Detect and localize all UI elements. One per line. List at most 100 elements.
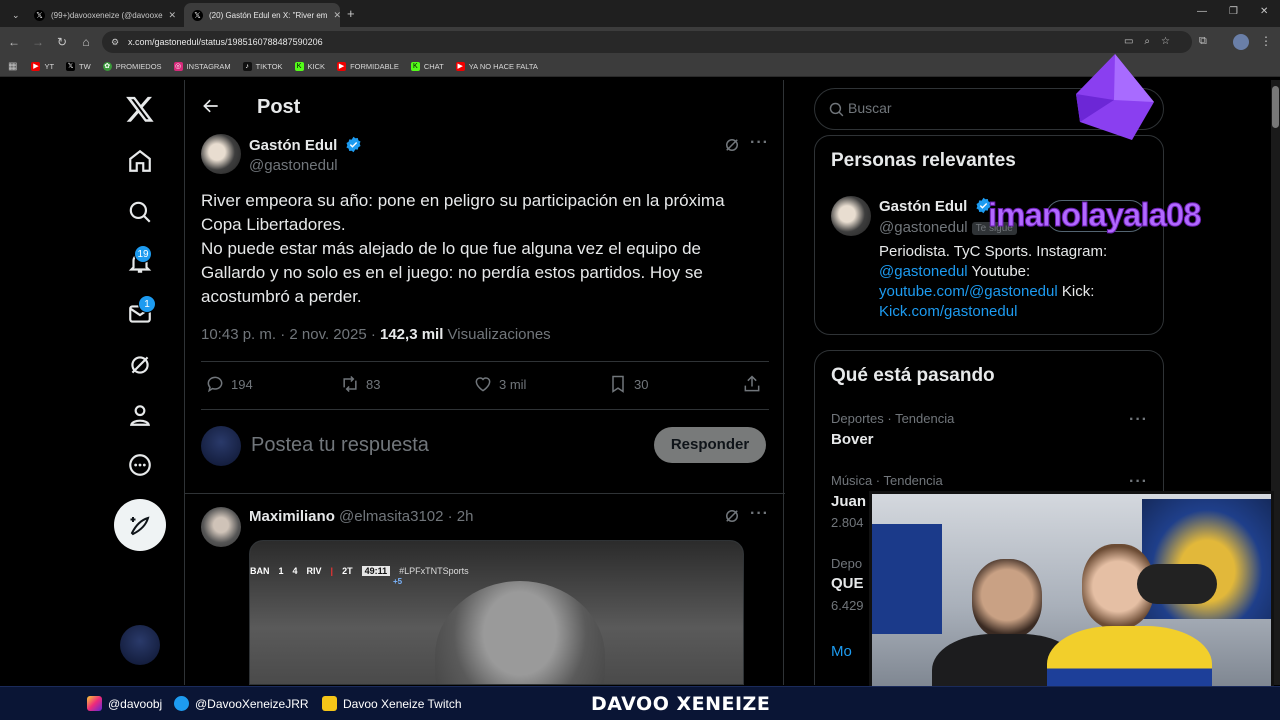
install-icon[interactable]: ▭	[1124, 36, 1133, 47]
bio-link-kick[interactable]: Kick.com/gastonedul	[879, 303, 1017, 320]
reply-author-avatar[interactable]	[201, 507, 241, 547]
grok-explain-icon[interactable]	[723, 507, 741, 525]
reply-author-name: Maximiliano	[249, 508, 335, 525]
tweet-meta: 10:43 p. m. · 2 nov. 2025 · 142,3 mil Vi…	[201, 326, 551, 343]
bookmark-ya-no-hace-falta[interactable]: ▶ YA NO HACE FALTA	[455, 62, 538, 71]
promiedos-icon: ✿	[102, 62, 112, 71]
tiktok-icon: ♪	[242, 62, 252, 71]
webcam-overlay	[869, 491, 1274, 715]
close-window-icon[interactable]: ✕	[1260, 6, 1268, 17]
bookmark-kick[interactable]: K KICK	[294, 62, 325, 71]
minimize-icon[interactable]: —	[1197, 6, 1207, 17]
profile-icon[interactable]	[127, 402, 153, 428]
reply-button[interactable]: Responder	[654, 427, 766, 463]
bio-link-instagram[interactable]: @gastonedul	[879, 263, 968, 280]
left-navigation: 19 1	[96, 80, 184, 685]
streamer-watermark: imanolayala08	[988, 196, 1203, 234]
back-arrow-icon[interactable]	[201, 96, 221, 116]
author-avatar[interactable]	[201, 134, 241, 174]
youtube-icon	[322, 696, 337, 711]
repost-action[interactable]: 83	[340, 374, 380, 394]
post-timestamp[interactable]: 10:43 p. m. · 2 nov. 2025 ·	[201, 326, 380, 343]
bookmark-tiktok[interactable]: ♪ TIKTOK	[242, 62, 283, 71]
forward-icon[interactable]: →	[30, 34, 46, 50]
bookmark-promiedos[interactable]: ✿ PROMIEDOS	[102, 62, 162, 71]
author-handle[interactable]: @gastonedul	[249, 157, 338, 174]
bookmark-chat[interactable]: K CHAT	[410, 62, 444, 71]
relevant-people-title: Personas relevantes	[831, 150, 1016, 171]
scrollbar-thumb[interactable]	[1272, 86, 1279, 128]
home-icon[interactable]	[127, 148, 153, 174]
added-time: +5	[393, 577, 403, 586]
stream-bottom-bar: @davoobj @DavooXeneizeJRR Davoo Xeneize …	[0, 686, 1280, 720]
bookmark-tw[interactable]: 𝕏 TW	[66, 62, 91, 71]
tab-gaston-edul[interactable]: 𝕏 (20) Gastón Edul en X: "River em ✕	[184, 3, 340, 27]
views-label: Visualizaciones	[443, 326, 551, 343]
post-header: Post	[185, 80, 785, 133]
compose-post-button[interactable]	[114, 499, 166, 551]
home-icon[interactable]: ⌂	[78, 34, 94, 50]
back-icon[interactable]: ←	[6, 34, 22, 50]
reply-more-options-icon[interactable]: ···	[750, 505, 769, 523]
repost-icon	[343, 375, 357, 393]
reply-author-row[interactable]: Maximiliano @elmasita3102 · 2h	[249, 508, 474, 525]
instagram-icon: ◎	[173, 62, 183, 71]
microphone	[1137, 564, 1217, 604]
x-tab-icon: 𝕏	[192, 9, 203, 21]
profile-icon[interactable]	[1233, 34, 1249, 50]
bookmark-formidable[interactable]: ▶ FORMIDABLE	[337, 62, 399, 71]
browser-tabstrip: ⌄ 𝕏 (99+)davooxeneize (@davooxe ✕ 𝕏 (20)…	[0, 0, 1280, 27]
like-action[interactable]: 3 mil	[473, 374, 526, 394]
apps-icon[interactable]: ▦	[8, 61, 17, 72]
close-tab-icon[interactable]: ✕	[327, 10, 340, 21]
youtube-icon: ▶	[337, 62, 347, 71]
trend-more-icon[interactable]: ···	[1129, 411, 1148, 429]
x-logo-icon[interactable]	[125, 94, 155, 124]
views-count: 142,3 mil	[380, 326, 444, 343]
show-more-link[interactable]: Mo	[831, 643, 852, 660]
tab-davooxeneize[interactable]: 𝕏 (99+)davooxeneize (@davooxe ✕	[26, 3, 182, 27]
bio-link-youtube[interactable]: youtube.com/@gastonedul	[879, 283, 1058, 300]
jersey-wall	[872, 524, 942, 634]
bookmark-action[interactable]: 30	[608, 374, 648, 394]
trends-title: Qué está pasando	[831, 365, 995, 386]
share-action[interactable]	[742, 374, 768, 394]
bookmark-instagram[interactable]: ◎ INSTAGRAM	[173, 62, 231, 71]
compose-feather-icon	[130, 516, 150, 536]
relevant-avatar[interactable]	[831, 196, 871, 236]
tab-search-button[interactable]: ⌄	[4, 3, 24, 27]
grok-explain-icon[interactable]	[723, 136, 741, 154]
verified-badge-icon	[346, 136, 361, 153]
search-placeholder: Buscar	[848, 100, 892, 116]
reply-input[interactable]: Postea tu respuesta	[251, 434, 429, 457]
messages-badge: 1	[138, 295, 156, 313]
zoom-icon[interactable]: ⌕	[1144, 36, 1150, 47]
trend-more-icon[interactable]: ···	[1129, 473, 1148, 491]
reply-handle-time: @elmasita3102 · 2h	[334, 508, 474, 525]
url-field[interactable]: ⚙ x.com/gastonedul/status/19851607884875…	[102, 31, 1192, 53]
grok-icon[interactable]	[127, 352, 153, 378]
post-more-options-icon[interactable]: ···	[750, 134, 769, 152]
youtube-icon: ▶	[455, 62, 465, 71]
x-tab-icon: 𝕏	[34, 9, 45, 21]
reply-action[interactable]: 194	[205, 374, 253, 394]
new-tab-icon[interactable]: +	[347, 6, 355, 21]
bookmark-icon	[612, 375, 624, 393]
browser-menu-icon[interactable]: ⋮	[1260, 34, 1272, 48]
relevant-name-row[interactable]: Gastón Edul	[879, 197, 992, 215]
reply-media-image[interactable]: BAN 1 4 RIV | 2T 49:11 #LPFxTNTSports +5	[249, 540, 744, 685]
divider	[201, 409, 769, 410]
bookmark-star-icon[interactable]: ☆	[1161, 36, 1170, 47]
stream-twitter: @DavooXeneizeJRR	[174, 696, 309, 711]
divider	[201, 361, 769, 362]
explore-search-icon[interactable]	[127, 199, 153, 225]
more-circle-icon[interactable]	[127, 452, 153, 478]
reload-icon[interactable]: ↻	[54, 34, 70, 50]
site-info-icon[interactable]: ⚙	[111, 31, 119, 53]
close-tab-icon[interactable]: ✕	[163, 10, 177, 21]
bookmark-yt[interactable]: ▶ YT	[31, 62, 54, 71]
author-name-row[interactable]: Gastón Edul	[249, 136, 362, 154]
account-avatar[interactable]	[120, 625, 160, 665]
restore-icon[interactable]: ❐	[1229, 6, 1238, 17]
extensions-icon[interactable]: ⧉	[1199, 35, 1207, 48]
